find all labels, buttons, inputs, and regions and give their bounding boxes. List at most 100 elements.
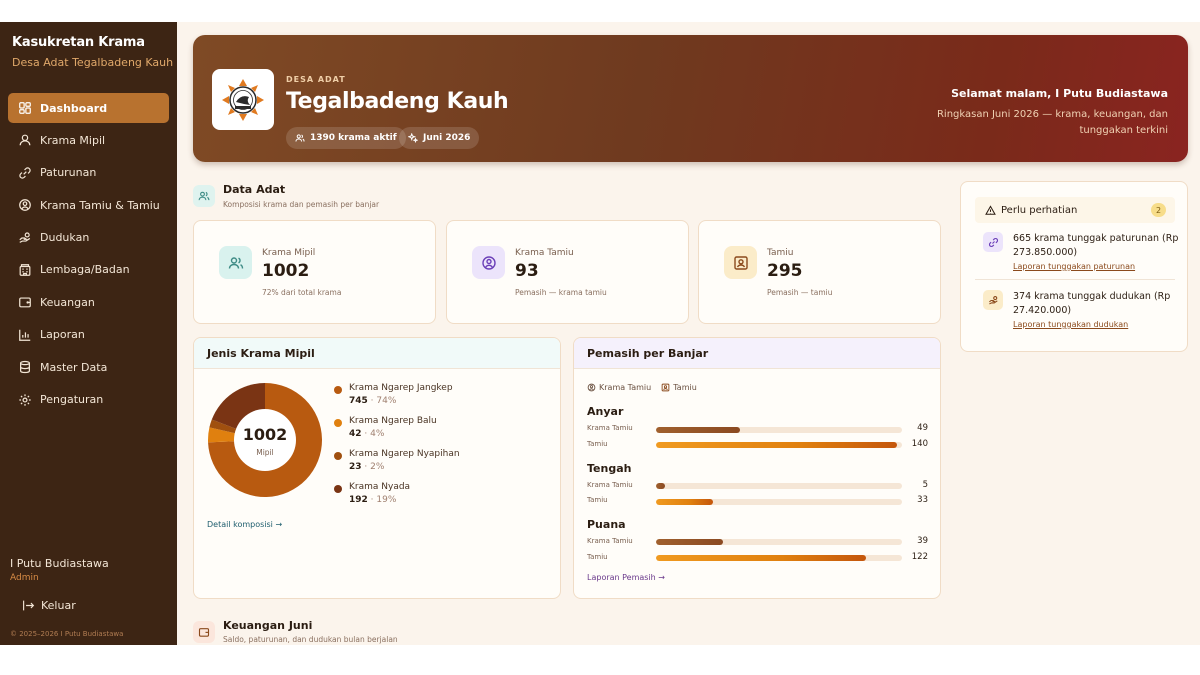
- bar-value: 5: [922, 480, 928, 490]
- legend-percent: 2%: [370, 462, 385, 472]
- banjar-name: Tengah: [587, 462, 632, 475]
- pemasih-panel: Pemasih per Banjar Krama Tamiu Tamiu Any…: [573, 337, 941, 599]
- alert-text: 374 krama tunggak dudukan (Rp 27.420.000…: [1013, 291, 1171, 316]
- legend-krama-tamiu: Krama Tamiu: [599, 383, 652, 392]
- sidebar-item-dudukan[interactable]: Dudukan: [8, 223, 169, 253]
- stat-note: Pemasih — krama tamiu: [515, 288, 607, 297]
- bar-tamiu-puana: [656, 555, 866, 561]
- legend-swatch: [334, 419, 342, 427]
- legend-item: Krama Ngarep Nyapihan 23 · 2%: [334, 449, 460, 472]
- bar-label: Krama Tamiu: [587, 481, 633, 489]
- sidebar-item-keuangan[interactable]: Keuangan: [8, 287, 169, 317]
- greeting: Selamat malam, I Putu Budiastawa: [951, 87, 1168, 100]
- desa-logo: [212, 69, 274, 130]
- stat-label: Krama Tamiu: [515, 248, 574, 258]
- bar-chart-icon: [19, 329, 31, 341]
- database-icon: [20, 361, 30, 374]
- bar-krama-tamiu-puana: [656, 539, 724, 545]
- hand-coins-icon: [988, 295, 998, 304]
- legend-percent: 74%: [376, 396, 397, 406]
- bar-legend: Krama Tamiu Tamiu: [587, 383, 707, 392]
- sidebar-item-laporan[interactable]: Laporan: [8, 320, 169, 350]
- logout-button[interactable]: Keluar: [22, 599, 76, 612]
- alert-count-badge: 2: [1151, 203, 1166, 217]
- stat-card-krama-tamiu[interactable]: Krama Tamiu 93 Pemasih — krama tamiu: [446, 220, 689, 324]
- hero-title: Tegalbadeng Kauh: [286, 89, 509, 114]
- sidebar-item-label: Master Data: [40, 360, 108, 374]
- donut-chart: 1002 Mipil: [208, 383, 322, 497]
- sidebar-item-dashboard[interactable]: Dashboard: [8, 93, 169, 123]
- stat-note: 72% dari total krama: [262, 288, 342, 297]
- sidebar: Kasukretan Krama Desa Adat Tegalbadeng K…: [0, 22, 177, 645]
- keuangan-section-icon: [193, 621, 215, 643]
- sidebar-item-krama-tamiu[interactable]: Krama Tamiu & Tamiu: [8, 190, 169, 220]
- sidebar-item-paturunan[interactable]: Paturunan: [8, 158, 169, 188]
- user-square-icon: [733, 255, 748, 270]
- data-adat-section-icon: [193, 185, 215, 207]
- keuangan-subtitle: Saldo, paturunan, dan dudukan bulan berj…: [223, 635, 398, 644]
- sidebar-item-krama-mipil[interactable]: Krama Mipil: [8, 125, 169, 155]
- sidebar-item-label: Keuangan: [40, 295, 95, 309]
- perlu-perhatian-panel: Perlu perhatian 2 665 krama tunggak patu…: [960, 181, 1188, 352]
- legend-item: Tamiu: [661, 383, 697, 392]
- laporan-tunggakan-paturunan-link[interactable]: Laporan tunggakan paturunan: [1013, 262, 1135, 271]
- bar-value: 33: [917, 495, 928, 505]
- sidebar-item-label: Lembaga/Badan: [40, 263, 130, 277]
- bar-label: Krama Tamiu: [587, 537, 633, 545]
- legend-swatch: [334, 485, 342, 493]
- data-adat-subtitle: Komposisi krama dan pemasih per banjar: [223, 200, 380, 209]
- keuangan-title: Keuangan Juni: [223, 619, 313, 632]
- pemasih-title: Pemasih per Banjar: [574, 338, 940, 369]
- stat-value: 1002: [262, 261, 310, 281]
- sidebar-item-lembaga[interactable]: Lembaga/Badan: [8, 255, 169, 285]
- user-name: I Putu Budiastawa: [10, 557, 109, 570]
- users-icon: [228, 256, 243, 269]
- alert-icon-wrap: [983, 232, 1003, 252]
- bar-label: Tamiu: [587, 553, 608, 561]
- sidebar-nav: Dashboard Krama Mipil Paturunan Krama Ta…: [8, 93, 169, 417]
- desa-emblem-icon: [222, 78, 264, 121]
- bar-label: Tamiu: [587, 496, 608, 504]
- users-icon: [295, 134, 305, 142]
- legend-item: Krama Nyada 192 · 19%: [334, 482, 410, 505]
- logout-label: Keluar: [41, 599, 76, 612]
- bar-tamiu-anyar: [656, 442, 897, 448]
- sidebar-item-master-data[interactable]: Master Data: [8, 352, 169, 382]
- logout-icon: [23, 600, 35, 611]
- stat-card-tamiu[interactable]: Tamiu 295 Pemasih — tamiu: [698, 220, 941, 324]
- legend-name: Krama Ngarep Balu: [349, 416, 437, 426]
- stat-card-krama-mipil[interactable]: Krama Mipil 1002 72% dari total krama: [193, 220, 436, 324]
- legend-percent: 19%: [376, 495, 397, 505]
- alert-title: Perlu perhatian: [1001, 204, 1078, 216]
- sidebar-item-label: Laporan: [40, 328, 85, 342]
- sparkle-icon: [408, 133, 418, 143]
- bar-track: [656, 555, 902, 561]
- detail-komposisi-link[interactable]: Detail komposisi →: [207, 520, 282, 529]
- jenis-krama-panel: Jenis Krama Mipil 1002 Mipil Krama Ngare…: [193, 337, 561, 599]
- summary-text: Ringkasan Juni 2026 — krama, keuangan, d…: [936, 109, 1168, 136]
- stat-label: Tamiu: [767, 248, 794, 258]
- legend-name: Krama Ngarep Jangkep: [349, 383, 453, 393]
- dashboard-icon: [19, 102, 31, 114]
- bar-value: 39: [917, 536, 928, 546]
- link-icon: [19, 167, 31, 179]
- stat-value: 93: [515, 261, 539, 281]
- krama-aktif-pill: 1390 krama aktif: [286, 127, 406, 149]
- krama-aktif-text: 1390 krama aktif: [310, 133, 397, 143]
- legend-name: Krama Nyada: [349, 482, 411, 492]
- stat-icon-wrap: [219, 246, 252, 279]
- building-icon: [19, 264, 31, 276]
- legend-swatch: [334, 452, 342, 460]
- laporan-pemasih-link[interactable]: Laporan Pemasih →: [587, 573, 665, 582]
- laporan-tunggakan-dudukan-link[interactable]: Laporan tunggakan dudukan: [1013, 320, 1128, 329]
- sidebar-item-pengaturan[interactable]: Pengaturan: [8, 385, 169, 415]
- wallet-icon: [19, 297, 31, 308]
- legend-swatch: [334, 386, 342, 394]
- copyright: © 2025–2026 I Putu Budiastawa: [10, 630, 124, 638]
- divider: [975, 279, 1175, 280]
- bar-value: 122: [911, 552, 928, 562]
- stat-label: Krama Mipil: [262, 248, 316, 258]
- bar-label: Tamiu: [587, 440, 608, 448]
- sidebar-item-label: Dashboard: [40, 101, 108, 115]
- bar-value: 140: [911, 439, 928, 449]
